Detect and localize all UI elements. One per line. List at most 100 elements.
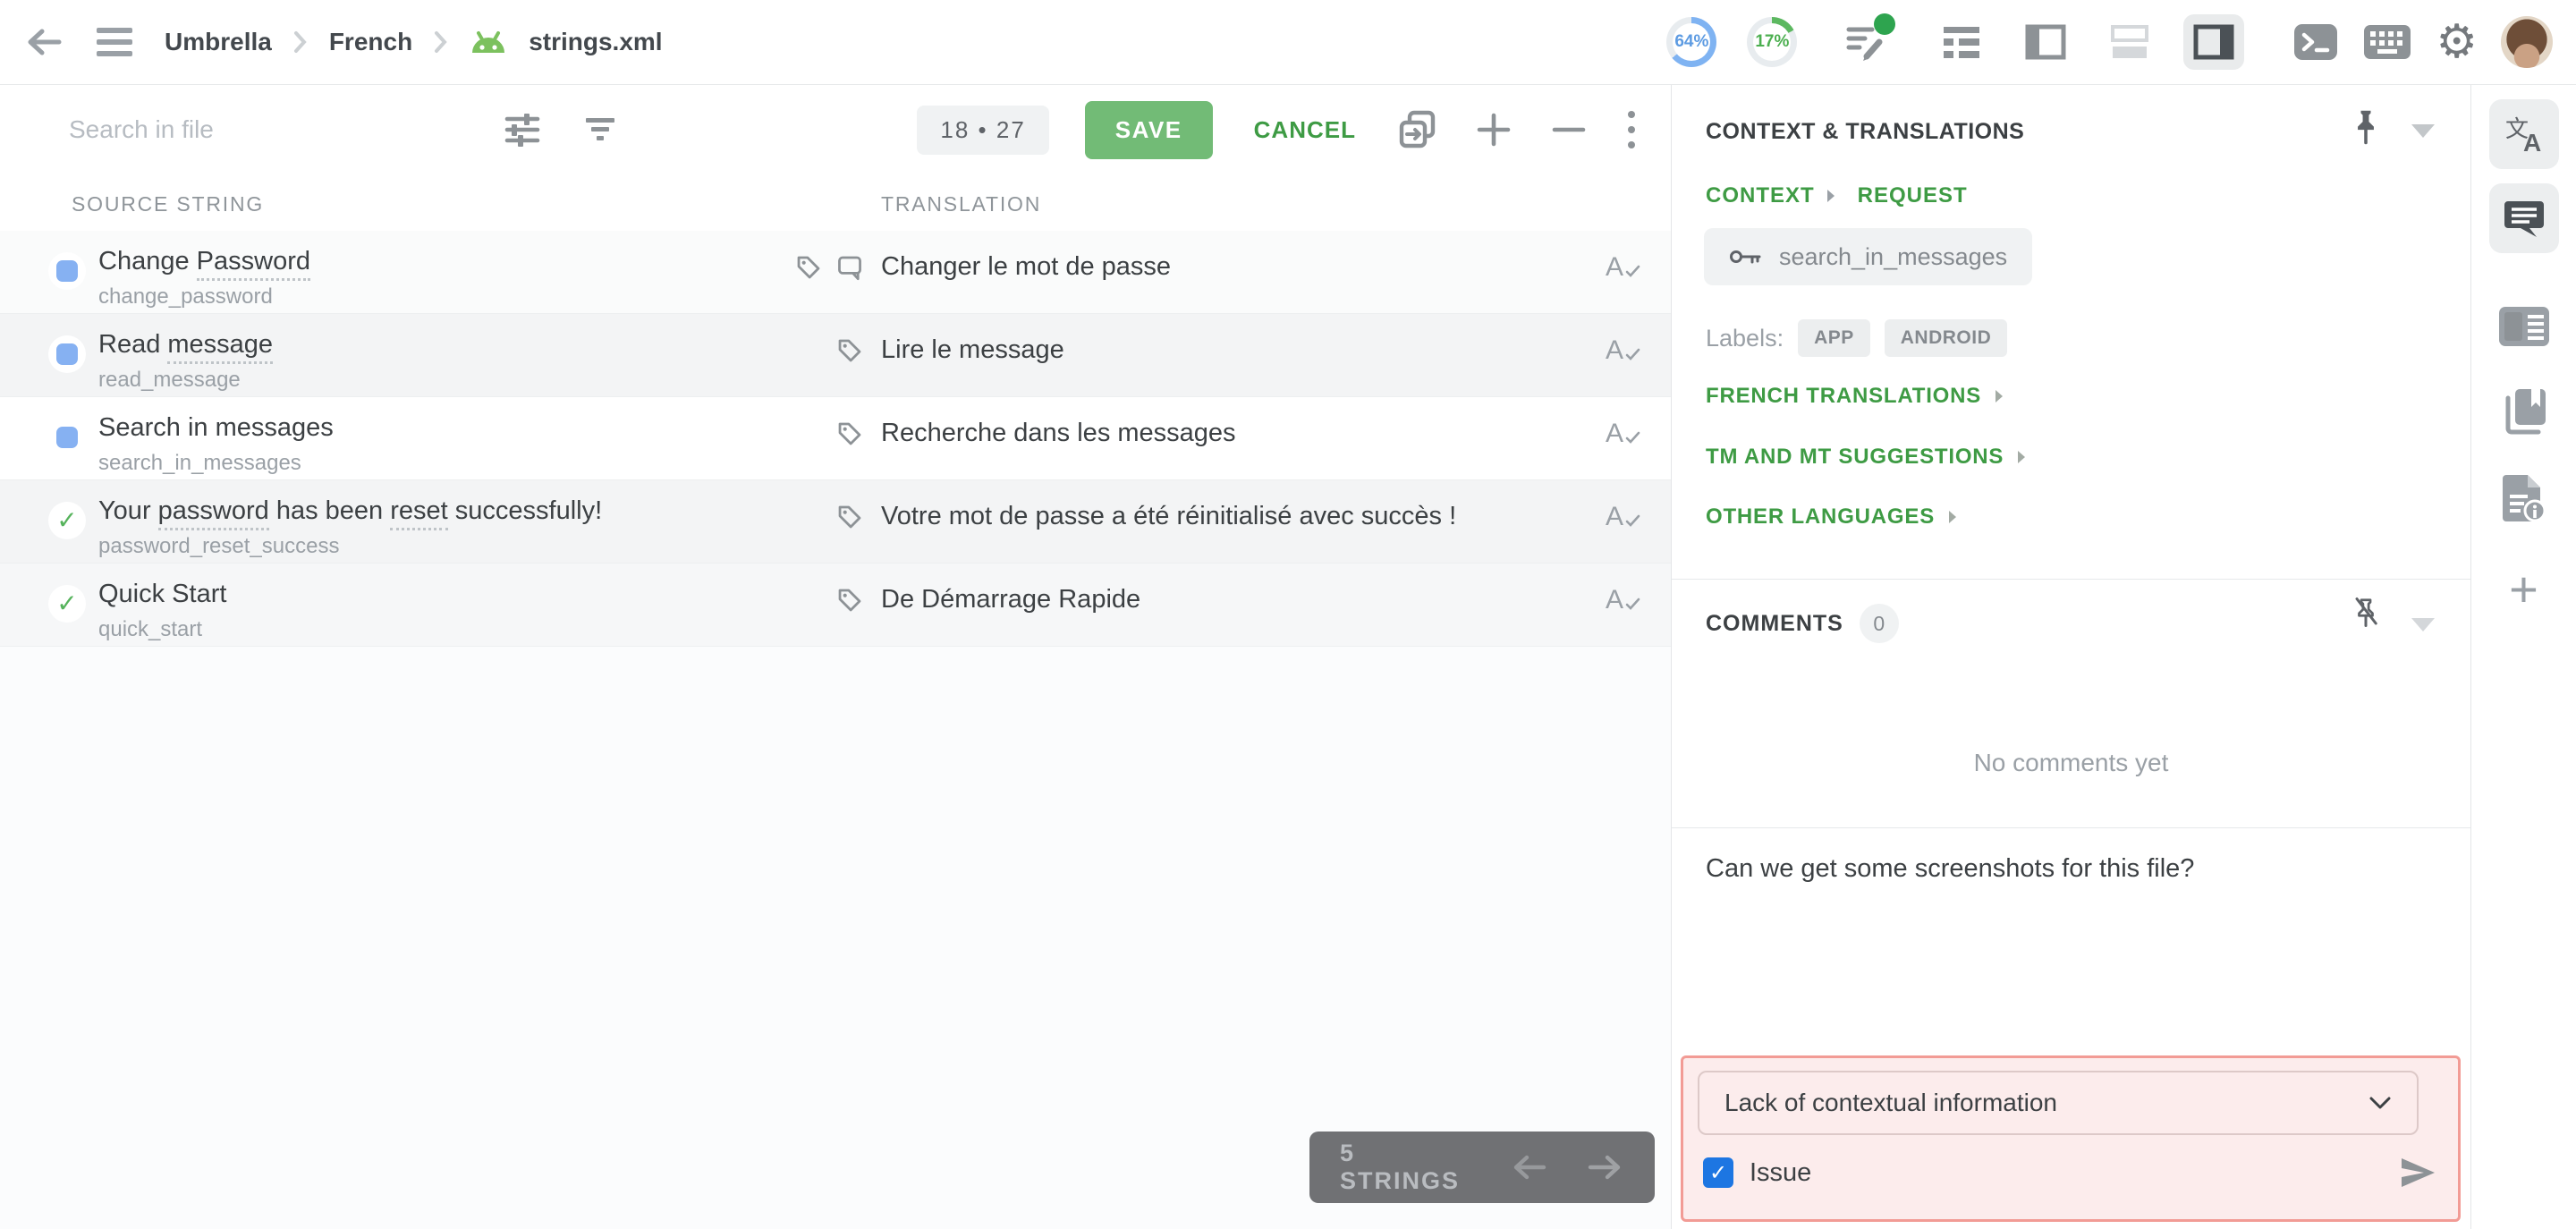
table-row[interactable]: ✓ Your password has been reset successfu… [0, 480, 1671, 564]
check-icon [1625, 431, 1640, 444]
proofread-icon [1606, 335, 1623, 366]
view-mode-comfortable-button[interactable] [1931, 14, 1992, 70]
tab-context[interactable]: CONTEXT [1706, 183, 1836, 208]
panel-divider [1672, 579, 2470, 580]
translations-panel-button[interactable]: 文 A [2488, 99, 2559, 169]
glossary-term[interactable]: message [167, 330, 274, 364]
unpin-comments-button[interactable] [2351, 597, 2381, 632]
breadcrumb-language[interactable]: French [329, 28, 412, 56]
check-icon [1625, 514, 1640, 527]
advanced-filter-button[interactable] [504, 113, 541, 147]
comment-input[interactable]: Can we get some screenshots for this fil… [1706, 851, 2430, 886]
console-button[interactable] [2292, 21, 2339, 63]
issue-report-box: Lack of contextual information Issue [1681, 1055, 2461, 1222]
filter-strings-button[interactable] [582, 114, 618, 145]
source-text: Your password has been reset successfull… [98, 496, 602, 530]
search-input[interactable] [67, 114, 446, 145]
section-tm-mt-suggestions[interactable]: TM AND MT SUGGESTIONS [1706, 445, 2027, 470]
filter-icon [586, 118, 614, 140]
remove-string-button[interactable] [1549, 110, 1589, 149]
section-french-translations[interactable]: FRENCH TRANSLATIONS [1706, 384, 2004, 409]
tag-icon[interactable] [836, 504, 863, 530]
chevron-right-icon [1949, 511, 1957, 523]
chevron-right-icon [1996, 390, 2004, 403]
approve-translation-button[interactable] [1606, 419, 1640, 449]
tag-icon[interactable] [836, 587, 863, 614]
view-mode-top-bottom-button[interactable] [2099, 14, 2160, 70]
notification-dot [1874, 13, 1896, 35]
breadcrumb-project[interactable]: Umbrella [165, 28, 272, 56]
approved-progress-value: 17% [1755, 32, 1790, 51]
approve-translation-button[interactable] [1606, 502, 1640, 532]
save-button[interactable]: SAVE [1084, 100, 1213, 159]
source-text: Quick Start [98, 580, 227, 608]
next-page-button[interactable] [1585, 1152, 1624, 1182]
glossary-term[interactable]: reset [390, 496, 448, 530]
editor-toolbar: 18 • 27 SAVE CANCEL [0, 85, 1671, 174]
draft-translations-button[interactable] [1843, 13, 1896, 64]
add-string-button[interactable] [1474, 110, 1513, 149]
tab-request[interactable]: REQUEST [1858, 183, 1968, 208]
approve-translation-button[interactable] [1606, 335, 1640, 366]
comments-title: COMMENTS [1706, 610, 1843, 636]
arrow-left-icon [1513, 1155, 1546, 1180]
view-mode-right-panel-button[interactable] [2183, 14, 2245, 70]
approved-progress-ring[interactable]: 17% [1747, 17, 1798, 67]
approve-translation-button[interactable] [1606, 585, 1640, 615]
add-panel-button[interactable]: + [2509, 564, 2538, 614]
send-comment-button[interactable] [2397, 1155, 2438, 1191]
side-by-side-view-icon [2025, 24, 2066, 60]
shortcuts-button[interactable] [2362, 23, 2412, 61]
back-button[interactable] [23, 22, 64, 62]
view-mode-side-by-side-button[interactable] [2015, 14, 2076, 70]
glossary-term[interactable]: password [157, 496, 269, 530]
chevron-down-icon [2369, 1097, 2391, 1109]
translated-progress-ring[interactable]: 64% [1666, 17, 1717, 67]
comments-panel-button[interactable] [2488, 183, 2559, 253]
collapse-comments-button[interactable] [2411, 618, 2435, 631]
table-header: SOURCE STRING TRANSLATION [0, 174, 1671, 232]
string-key-chip[interactable]: search_in_messages [1704, 228, 2033, 285]
section-other-languages[interactable]: OTHER LANGUAGES [1706, 504, 1958, 530]
glossary-panel-button[interactable] [2499, 387, 2549, 436]
arrow-right-icon [1588, 1155, 1621, 1180]
table-row[interactable]: Read message read_message Lire le messag… [0, 314, 1671, 397]
check-icon [1625, 348, 1640, 360]
approve-translation-button[interactable] [1606, 252, 1640, 283]
approved-status-icon: ✓ [48, 585, 86, 623]
context-card-panel-button[interactable] [2497, 305, 2551, 348]
context-panel: CONTEXT & TRANSLATIONS CONTEXT REQUEST s… [1672, 85, 2470, 1229]
tag-icon[interactable] [795, 254, 822, 281]
plus-icon [1477, 113, 1511, 147]
translate-icon: 文 A [2505, 116, 2541, 157]
comment-bubble-icon[interactable] [836, 254, 863, 281]
more-menu-button[interactable] [1624, 107, 1639, 152]
issue-type-select[interactable]: Lack of contextual information [1698, 1071, 2419, 1135]
table-row-selected[interactable]: Search in messages search_in_messages Re… [0, 397, 1671, 480]
keyboard-icon [2364, 25, 2411, 59]
cancel-button[interactable]: CANCEL [1249, 115, 1361, 145]
menu-button[interactable] [97, 28, 132, 56]
tag-icon[interactable] [836, 420, 863, 447]
glossary-term[interactable]: Password [196, 247, 310, 281]
translated-progress-value: 64% [1674, 32, 1709, 51]
top-bar: Umbrella French strings.xml 64% 17% ⚙ [0, 0, 2576, 85]
strings-count: 5 STRINGS [1340, 1140, 1461, 1194]
avatar[interactable] [2501, 16, 2553, 68]
copy-source-button[interactable] [1397, 109, 1438, 150]
settings-button[interactable]: ⚙ [2436, 19, 2478, 65]
string-key: search_in_messages [98, 451, 301, 475]
file-info-panel-button[interactable] [2501, 473, 2547, 523]
translated-status-icon [48, 419, 86, 456]
table-row[interactable]: ✓ Quick Start quick_start De Démarrage R… [0, 564, 1671, 647]
issue-checkbox-label: Issue [1750, 1157, 1812, 1187]
prev-page-button[interactable] [1510, 1152, 1549, 1182]
translation-text: Recherche dans les messages [881, 419, 1236, 447]
table-row[interactable]: Change Password change_password Changer … [0, 231, 1671, 314]
pin-panel-button[interactable] [2351, 108, 2381, 148]
crowdin-editor: Umbrella French strings.xml 64% 17% ⚙ Se… [0, 0, 2576, 1229]
tag-icon[interactable] [836, 337, 863, 364]
collapse-section-button[interactable] [2411, 124, 2435, 138]
issue-checkbox[interactable] [1703, 1157, 1733, 1188]
breadcrumb-file[interactable]: strings.xml [529, 28, 662, 56]
